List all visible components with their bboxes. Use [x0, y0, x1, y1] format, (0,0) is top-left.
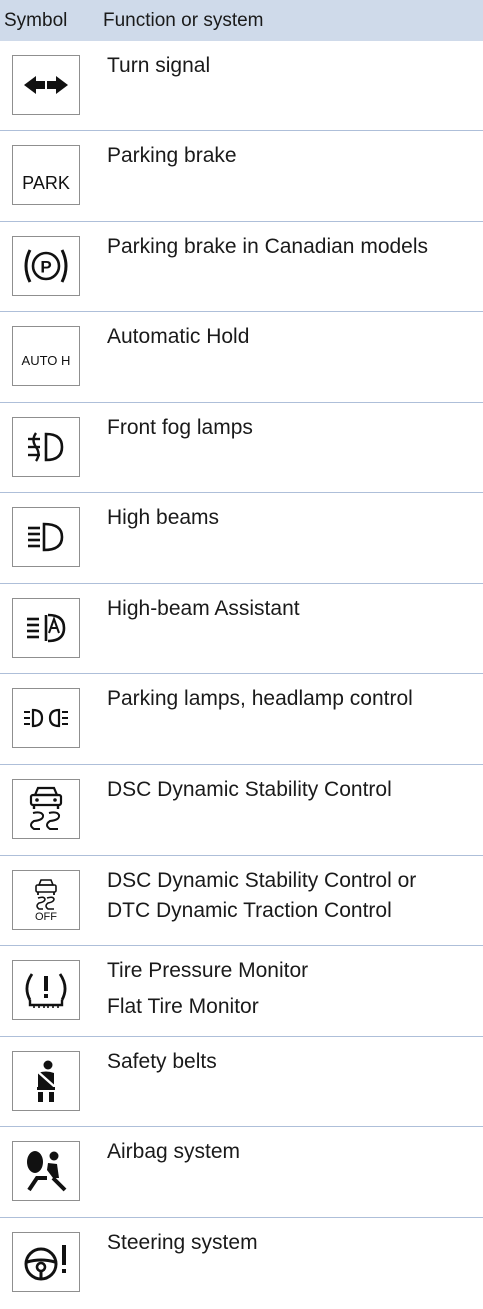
- function-text: DSC Dynamic Stability Control or DTC Dyn…: [107, 866, 416, 926]
- steering-warning-icon: [12, 1232, 80, 1292]
- svg-text:P: P: [40, 258, 51, 277]
- function-text: Parking brake in Canadian models: [107, 232, 428, 262]
- function-text: Parking lamps, headlamp control: [107, 684, 413, 714]
- function-text: Steering system: [107, 1228, 258, 1258]
- table-row: AUTO H Automatic Hold: [0, 312, 483, 403]
- dsc-off-icon: OFF: [12, 870, 80, 930]
- function-text: Automatic Hold: [107, 322, 249, 352]
- function-text: High-beam Assistant: [107, 594, 300, 624]
- function-label: Safety belts: [107, 1050, 217, 1073]
- function-label: Automatic Hold: [107, 325, 250, 348]
- function-label: Parking brake: [107, 144, 237, 167]
- function-text: Parking brake: [107, 141, 237, 171]
- function-text: Safety belts: [107, 1047, 217, 1077]
- airbag-icon: [12, 1141, 80, 1201]
- table-row: Turn signal: [0, 41, 483, 131]
- table-row: DSC Dynamic Stability Control: [0, 765, 483, 856]
- tire-pressure-icon: [12, 960, 80, 1020]
- function-column-header: Function or system: [103, 9, 264, 31]
- table-row: Front fog lamps: [0, 403, 483, 493]
- function-text: Turn signal: [107, 51, 210, 81]
- function-label: Airbag system: [107, 1140, 241, 1163]
- function-label: DSC Dynamic Stability Control: [107, 778, 392, 801]
- seat-belt-icon: [12, 1051, 80, 1111]
- front-fog-lamp-icon: [12, 417, 80, 477]
- function-label: Front fog lamps: [107, 416, 253, 439]
- park-icon-text: PARK: [22, 172, 70, 193]
- turn-signal-icon: [12, 55, 80, 115]
- function-label: High-beam Assistant: [107, 597, 300, 620]
- function-label: Turn signal: [107, 54, 211, 77]
- function-label: Tire Pressure Monitor: [107, 959, 309, 982]
- function-label: DTC Dynamic Traction Control: [107, 899, 392, 922]
- function-label: DSC Dynamic Stability Control or: [107, 869, 417, 892]
- table-header: Symbol Function or system: [0, 0, 483, 41]
- auto-hold-icon: AUTO H: [12, 326, 80, 386]
- function-text: DSC Dynamic Stability Control: [107, 775, 392, 805]
- table-row: High-beam Assistant: [0, 584, 483, 674]
- high-beam-assistant-icon: [12, 598, 80, 658]
- function-label: Steering system: [107, 1231, 258, 1254]
- table-row: Parking lamps, headlamp control: [0, 674, 483, 765]
- function-text: Airbag system: [107, 1137, 240, 1167]
- table-row: P Parking brake in Canadian models: [0, 222, 483, 312]
- function-text: High beams: [107, 503, 219, 533]
- parking-lamps-icon: [12, 688, 80, 748]
- table-row: Tire Pressure Monitor Flat Tire Monitor: [0, 946, 483, 1037]
- table-row: Airbag system: [0, 1127, 483, 1218]
- auto-hold-icon-text: AUTO H: [21, 352, 71, 368]
- symbol-column-header: Symbol: [4, 9, 68, 31]
- parking-brake-circle-icon: P: [12, 236, 80, 296]
- function-label: Flat Tire Monitor: [107, 995, 259, 1018]
- function-label: Parking lamps, headlamp control: [107, 687, 413, 710]
- table-row: OFF DSC Dynamic Stability Control or DTC…: [0, 856, 483, 946]
- function-label: High beams: [107, 506, 220, 529]
- table-row: High beams: [0, 493, 483, 584]
- function-text: Front fog lamps: [107, 413, 253, 443]
- function-text: Tire Pressure Monitor Flat Tire Monitor: [107, 956, 308, 1022]
- high-beam-icon: [12, 507, 80, 567]
- table-row: Safety belts: [0, 1037, 483, 1127]
- table-row: Steering system: [0, 1218, 483, 1309]
- off-icon-text: OFF: [35, 910, 57, 923]
- table-row: PARK Parking brake: [0, 131, 483, 222]
- function-label: Parking brake in Canadian models: [107, 235, 429, 258]
- dsc-icon: [12, 779, 80, 839]
- park-text-icon: PARK: [12, 145, 80, 205]
